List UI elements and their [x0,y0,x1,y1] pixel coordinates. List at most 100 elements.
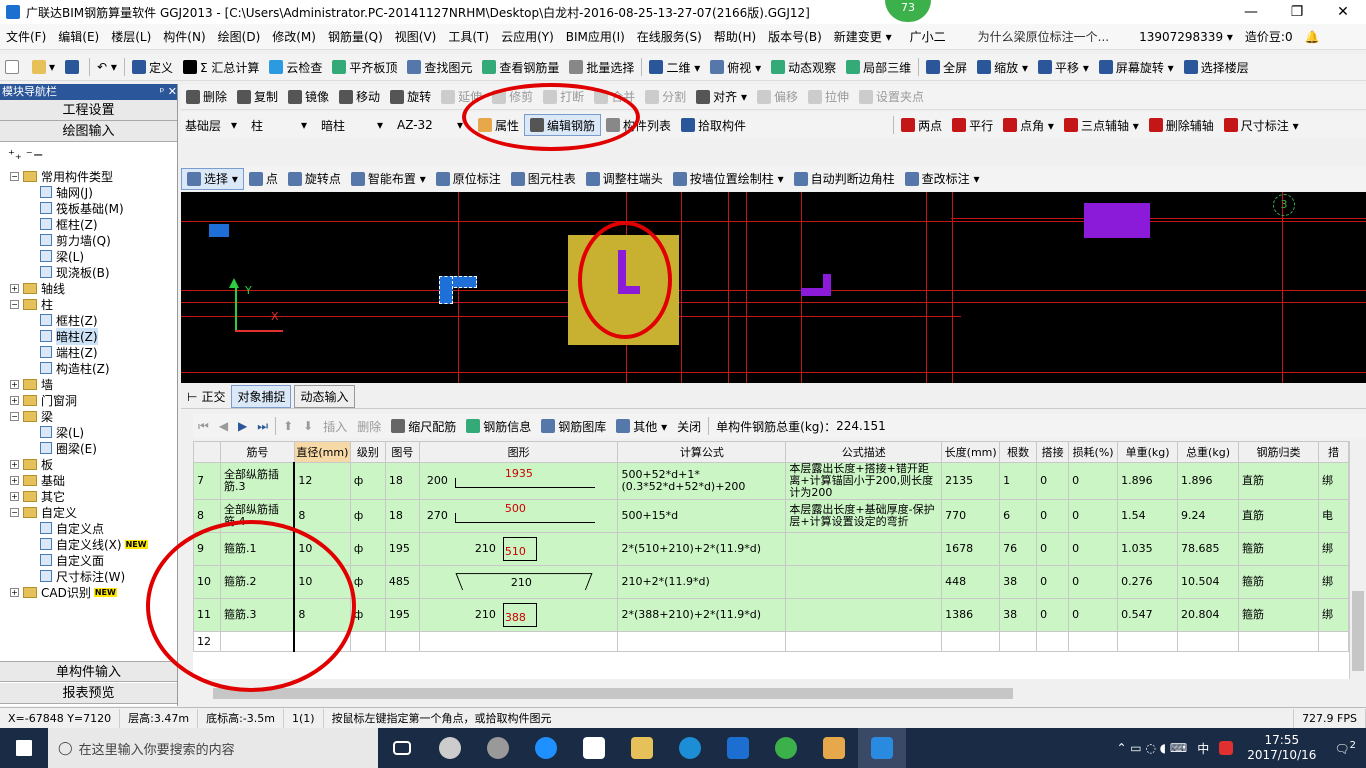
tree-item[interactable]: 框柱(Z) [40,312,98,328]
axis-tool-button[interactable]: 三点辅轴 ▾ [1059,114,1144,136]
draw-tool-button[interactable]: 选择 ▾ [181,167,244,190]
tree-item[interactable]: 构造柱(Z) [40,360,110,376]
draw-tool-button[interactable]: 查改标注 ▾ [900,168,985,190]
task-view-icon[interactable] [378,728,426,768]
menu-item[interactable]: 在线服务(S) [631,24,708,50]
edit-tool-button[interactable]: 删除 [181,86,232,108]
maximize-icon[interactable]: ❐ [1274,0,1320,24]
axis-tool-button[interactable]: 点角 ▾ [998,114,1059,136]
table-cell[interactable] [1238,631,1319,652]
type-select[interactable]: 柱 ▾ [247,115,311,135]
table-cell[interactable]: 0 [1036,598,1070,632]
menu-item[interactable]: 云应用(Y) [495,24,560,50]
collapse-icon[interactable]: − [10,171,19,181]
table-cell[interactable]: 210+2*(11.9*d) [617,565,787,599]
table-cell[interactable] [785,532,943,566]
table-cell[interactable]: 10.504 [1177,565,1240,599]
table-cell[interactable]: 6 [999,499,1038,533]
rebar-info-button[interactable]: 钢筋信息 [461,415,536,437]
tree-item[interactable]: 梁(L) [40,248,84,264]
draw-tool-button[interactable]: 按墙位置绘制柱 ▾ [668,168,789,190]
file-explorer-icon[interactable] [618,728,666,768]
tree-folder[interactable]: − 梁 [10,408,53,424]
table-cell[interactable] [1117,631,1179,652]
edit-tool-button[interactable]: 复制 [232,86,283,108]
edit-tool-button[interactable]: 移动 [334,86,385,108]
draw-tool-button[interactable]: 旋转点 [283,168,346,190]
menu-item[interactable]: 编辑(E) [52,24,105,50]
table-cell[interactable]: 210 388 [418,598,619,632]
save-icon[interactable] [60,56,87,78]
tree-item[interactable]: 现浇板(B) [40,264,110,280]
column-header[interactable]: 级别 [349,441,386,463]
last-record-icon[interactable]: ⏭ [252,415,273,437]
edit-tool-button[interactable]: 偏移 [752,86,803,108]
edit-tool-button[interactable]: 旋转 [385,86,436,108]
expand-icon[interactable]: + [10,491,19,501]
expand-icon[interactable]: + [10,283,19,293]
tree-folder[interactable]: + CAD识别 NEW [10,584,117,600]
column-header[interactable] [193,441,221,463]
table-cell[interactable] [941,631,1001,652]
expand-icon[interactable]: + [10,475,19,485]
draw-tool-button[interactable]: 原位标注 [431,168,506,190]
expand-icon[interactable]: + [10,587,19,597]
insert-button[interactable]: 插入 [318,415,352,437]
menu-item[interactable]: 13907298339 ▾ [1133,24,1239,50]
pin-close-icon[interactable]: ᵖ ✕ [160,84,177,100]
table-cell[interactable]: 195 [384,598,420,632]
menu-item[interactable]: 绘图(D) [212,24,267,50]
table-cell[interactable]: 18 [384,499,420,533]
ime-indicator[interactable]: 中 [1197,740,1209,757]
active-app-icon[interactable] [858,728,906,768]
table-cell[interactable]: 0 [1068,532,1119,566]
menu-item[interactable]: 版本号(B) [762,24,828,50]
tree-item[interactable]: 剪力墙(Q) [40,232,111,248]
table-cell[interactable] [785,598,943,632]
toolbar-button[interactable]: 动态观察 [766,56,841,78]
menu-item[interactable]: 文件(F) [0,24,52,50]
tree-folder[interactable]: − 常用构件类型 [10,168,113,184]
column-header[interactable]: 计算公式 [617,441,787,463]
tab-drawing-input[interactable]: 绘图输入 [0,121,177,142]
table-cell[interactable]: 485 [384,565,420,599]
expand-icon[interactable]: + [10,395,19,405]
object-snap-toggle[interactable]: 对象捕捉 [231,385,292,408]
prev-record-icon[interactable]: ◀ [214,415,233,437]
table-cell[interactable]: 1.035 [1117,532,1179,566]
collapse-icon[interactable]: − [10,507,19,517]
axis-tool-button[interactable]: 删除辅轴 [1144,114,1219,136]
toolbar-button[interactable]: 俯视 ▾ [705,56,766,78]
table-cell[interactable]: 78.685 [1177,532,1240,566]
table-cell[interactable]: 9.24 [1177,499,1240,533]
edit-tool-button[interactable]: 对齐 ▾ [691,86,752,108]
green-app-icon[interactable] [762,728,810,768]
fan-app-icon[interactable] [426,728,474,768]
table-cell[interactable]: 箍筋 [1238,532,1319,566]
table-cell[interactable]: 0.547 [1117,598,1179,632]
table-cell[interactable]: 0 [1036,499,1070,533]
column-header[interactable]: 公式描述 [785,441,943,463]
column-header[interactable]: 单重(kg) [1117,441,1179,463]
table-cell[interactable] [999,631,1038,652]
menu-item[interactable]: 造价豆:0 [1239,24,1299,50]
tree-item[interactable]: 自定义面 [40,552,104,568]
table-cell[interactable]: 0 [1036,532,1070,566]
menu-item[interactable]: 为什么梁原位标注一个... [972,24,1115,50]
table-cell[interactable]: ф [349,532,386,566]
table-cell[interactable]: 2*(388+210)+2*(11.9*d) [617,598,787,632]
table-cell[interactable]: 210 510 [418,532,619,566]
move-down-icon[interactable]: ⬇ [298,415,318,437]
menu-item[interactable]: 楼层(L) [105,24,157,50]
table-cell[interactable]: 直筋 [1238,462,1319,500]
tree-folder[interactable]: + 基础 [10,472,65,488]
table-cell[interactable]: 8 [293,499,351,533]
table-cell[interactable]: ф [349,565,386,599]
table-cell[interactable]: 195 [384,532,420,566]
tree-folder[interactable]: + 轴线 [10,280,65,296]
other-menu-button[interactable]: 其他 ▾ [611,415,672,437]
table-cell[interactable]: 200 1935 [418,462,619,500]
table-cell[interactable]: 448 [941,565,1001,599]
tree-item[interactable]: 梁(L) [40,424,84,440]
table-cell[interactable]: 0 [1068,462,1119,500]
